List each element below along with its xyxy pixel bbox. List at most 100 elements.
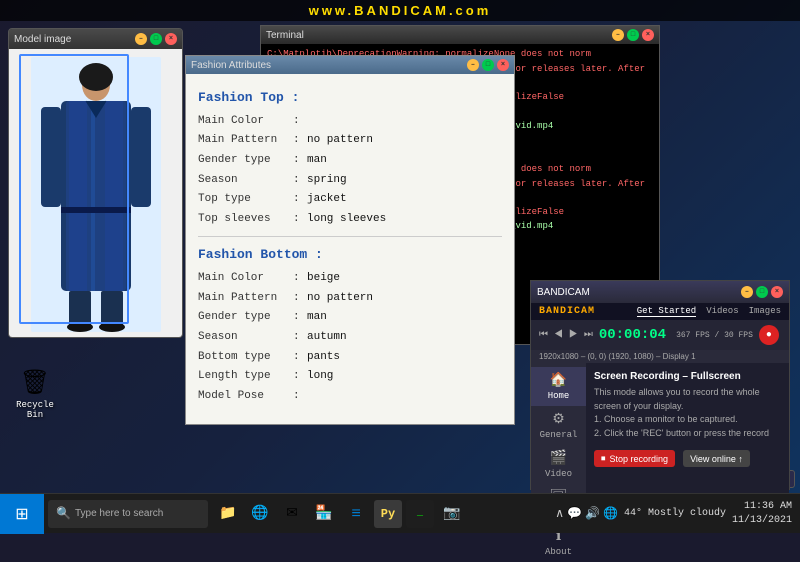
general-icon: ⚙ (552, 411, 565, 428)
fashion-label-main-color-bottom: Main Color (198, 270, 293, 288)
fashion-row-top-color: Main Color : (198, 113, 502, 131)
fashion-label-season-bottom: Season (198, 329, 293, 347)
taskbar-icon-vscode[interactable]: ≡ (342, 500, 370, 528)
maximize-button[interactable]: □ (150, 33, 162, 45)
taskbar-icon-email[interactable]: ✉ (278, 500, 306, 528)
fashion-label-season-top: Season (198, 172, 293, 190)
fashion-row-bottom-season: Season : autumn (198, 329, 502, 347)
bandicam-close-button[interactable]: × (771, 286, 783, 298)
bandicam-titlebar: BANDICAM – □ × (531, 281, 789, 303)
bandicam-nav-label-general: General (540, 430, 578, 440)
bandicam-timer: 00:00:04 (599, 327, 666, 343)
fashion-row-top-sleeves: Top sleeves : long sleeves (198, 211, 502, 229)
taskbar-icon-browser[interactable]: 🌐 (246, 500, 274, 528)
start-button[interactable]: ⊞ (0, 494, 44, 534)
taskbar-icon-file-explorer[interactable]: 📁 (214, 500, 242, 528)
bandicam-tab-images[interactable]: Images (749, 306, 781, 317)
fashion-label-main-pattern-bottom: Main Pattern (198, 290, 293, 308)
search-placeholder-text: Type here to search (75, 508, 163, 519)
taskbar-icon-camera[interactable]: 📷 (438, 500, 466, 528)
windows-icon: ⊞ (15, 504, 28, 524)
close-button[interactable]: × (165, 33, 177, 45)
taskbar-icon-terminal-app[interactable]: _ (406, 500, 434, 528)
fashion-value-length-type: long (307, 368, 333, 386)
bandicam-description: This mode allows you to record the whole… (594, 386, 781, 413)
bandicam-tab-getstarted[interactable]: Get Started (637, 306, 696, 317)
bandicam-nav-general[interactable]: ⚙ General (531, 406, 586, 445)
bandicam-step2: 2. Click the 'REC' button or press the r… (594, 427, 781, 441)
tray-volume-icon[interactable]: 🔊 (585, 506, 600, 521)
fashion-value-gender-top: man (307, 152, 327, 170)
taskbar-search[interactable]: 🔍 Type here to search (48, 500, 208, 528)
bandicam-title: BANDICAM (537, 287, 590, 298)
bandicam-stop-label: Stop recording (610, 454, 669, 464)
bandicam-window-controls: – □ × (741, 286, 783, 298)
fashion-row-bottom-pattern: Main Pattern : no pattern (198, 290, 502, 308)
model-window-controls: – □ × (135, 33, 177, 45)
bandicam-view-button[interactable]: View online ↑ (683, 450, 750, 467)
fashion-value-gender-bottom: man (307, 309, 327, 327)
bandicam-header-tabs: Get Started Videos Images (637, 306, 781, 317)
terminal-titlebar: Terminal – □ × (261, 26, 659, 44)
window-bandicam: BANDICAM – □ × BANDICAM Get Started Vide… (530, 280, 790, 490)
taskbar-icons: 📁 🌐 ✉ 🏪 ≡ Py _ 📷 (214, 500, 466, 528)
taskbar-weather: 44° Mostly cloudy (624, 508, 726, 519)
taskbar-icon-store[interactable]: 🏪 (310, 500, 338, 528)
fashion-row-top-gender: Gender type : man (198, 152, 502, 170)
fashion-value-season-bottom: autumn (307, 329, 347, 347)
desktop-icon-label-recyclebin: Recycle Bin (8, 400, 62, 420)
bandicam-logo: BANDICAM (539, 306, 595, 317)
bandicam-nav-label-home: Home (548, 391, 570, 401)
fashion-minimize-button[interactable]: – (467, 59, 479, 71)
bandicam-section-title: Screen Recording – Fullscreen (594, 371, 781, 382)
fashion-row-model-pose: Model Pose : (198, 388, 502, 406)
fashion-window-title: Fashion Attributes (191, 60, 271, 71)
desktop-icon-recyclebin[interactable]: 🗑 Recycle Bin (5, 365, 65, 423)
fashion-bottom-title: Fashion Bottom : (198, 245, 502, 266)
fashion-row-bottom-type: Bottom type : pants (198, 349, 502, 367)
terminal-close-button[interactable]: × (642, 29, 654, 41)
tray-expand-icon[interactable]: ∧ (555, 506, 564, 521)
fashion-label-gender-bottom: Gender type (198, 309, 293, 327)
fashion-value-season-top: spring (307, 172, 347, 190)
minimize-button[interactable]: – (135, 33, 147, 45)
fashion-label-bottom-type: Bottom type (198, 349, 293, 367)
terminal-minimize-button[interactable]: – (612, 29, 624, 41)
desktop-icons: 🗑 Recycle Bin (5, 5, 65, 423)
bandicam-maximize-button[interactable]: □ (756, 286, 768, 298)
bandicam-header: BANDICAM Get Started Videos Images (531, 303, 789, 320)
bandicam-nav-video[interactable]: 🎬 Video (531, 445, 586, 484)
taskbar-time-line2: 11/13/2021 (732, 514, 792, 528)
bandicam-minimize-button[interactable]: – (741, 286, 753, 298)
bandicam-controls-icons: ⏮ ◀ ▶ ⏭ (539, 329, 593, 341)
fashion-maximize-button[interactable]: □ (482, 59, 494, 71)
fashion-row-top-pattern: Main Pattern : no pattern (198, 132, 502, 150)
taskbar: ⊞ 🔍 Type here to search 📁 🌐 ✉ 🏪 ≡ Py _ 📷… (0, 493, 800, 533)
fashion-label-top-type: Top type (198, 191, 293, 209)
fashion-divider (198, 236, 502, 237)
fashion-close-button[interactable]: × (497, 59, 509, 71)
bandicam-rec-button[interactable]: ● (759, 325, 779, 345)
bandicam-stop-button[interactable]: ⏹ Stop recording (594, 450, 675, 467)
taskbar-time[interactable]: 11:36 AM 11/13/2021 (732, 500, 792, 528)
tray-network-icon[interactable]: 🌐 (603, 506, 618, 521)
bandicam-tab-videos[interactable]: Videos (706, 306, 738, 317)
bandicam-nav-label-about: About (545, 547, 572, 557)
bandicam-nav-label-video: Video (545, 469, 572, 479)
fashion-row-top-type: Top type : jacket (198, 191, 502, 209)
tray-chat-icon[interactable]: 💬 (567, 506, 582, 521)
bandicam-nav-home[interactable]: 🏠 Home (531, 367, 586, 406)
stop-icon: ⏹ (601, 453, 606, 464)
home-icon: 🏠 (550, 372, 567, 389)
fashion-content: Fashion Top : Main Color : Main Pattern … (186, 74, 514, 424)
taskbar-time-line1: 11:36 AM (732, 500, 792, 514)
fashion-value-top-type: jacket (307, 191, 347, 209)
fashion-value-main-pattern-top: no pattern (307, 132, 373, 150)
fashion-value-main-pattern-bottom: no pattern (307, 290, 373, 308)
taskbar-icon-python[interactable]: Py (374, 500, 402, 528)
fashion-window-controls: – □ × (467, 59, 509, 71)
fashion-value-bottom-type: pants (307, 349, 340, 367)
fashion-label-gender-top: Gender type (198, 152, 293, 170)
bandicam-controls-bar: ⏮ ◀ ▶ ⏭ 00:00:04 367 FPS / 30 FPS ● (531, 320, 789, 350)
terminal-maximize-button[interactable]: □ (627, 29, 639, 41)
